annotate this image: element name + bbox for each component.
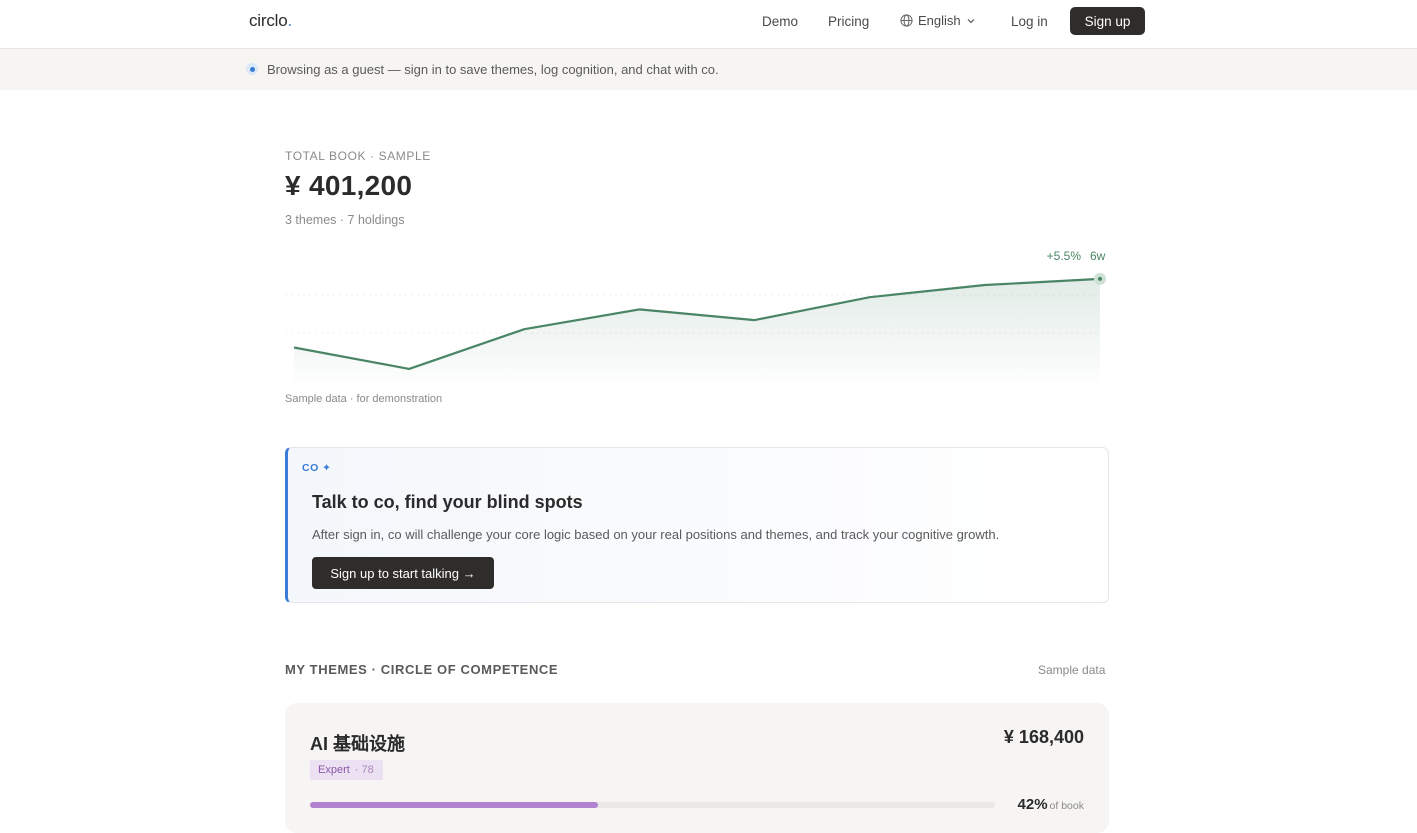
logo[interactable]: circlo. [249, 11, 292, 31]
theme-amount: ¥ 168,400 [1004, 727, 1084, 748]
theme-share-bar [310, 802, 995, 808]
co-promo-card: CO ✦ Talk to co, find your blind spots A… [285, 447, 1109, 603]
chart-footnote: Sample data · for demonstration [285, 393, 442, 405]
theme-share-bar-fill [310, 802, 598, 808]
chart-area-fill [294, 279, 1100, 390]
chart-point [1096, 275, 1104, 283]
total-book-label: TOTAL BOOK · SAMPLE [285, 149, 431, 163]
theme-level-badge: Expert · 78 [310, 760, 383, 780]
guest-banner: Browsing as a guest — sign in to save th… [0, 49, 1417, 90]
themes-heading: MY THEMES · CIRCLE OF COMPETENCE [285, 662, 558, 677]
theme-card[interactable]: AI 基础设施 ¥ 168,400 Expert · 78 42%of book [285, 703, 1109, 833]
logo-dot: . [287, 11, 292, 30]
nav-link-pricing[interactable]: Pricing [828, 14, 869, 29]
top-navbar: circlo. Demo Pricing English Log in Sign… [0, 0, 1417, 49]
language-selector[interactable]: English [900, 13, 976, 28]
info-dot-icon [246, 63, 258, 75]
total-book-subtitle: 3 themes · 7 holdings [285, 213, 405, 227]
start-talking-button[interactable]: Sign up to start talking → [312, 557, 494, 589]
theme-name: AI 基础设施 [310, 730, 405, 756]
globe-icon [900, 14, 913, 27]
theme-share-unit: of book [1050, 800, 1084, 812]
signup-button[interactable]: Sign up [1070, 7, 1145, 35]
guest-banner-text: Browsing as a guest — sign in to save th… [267, 62, 719, 77]
chart-end-label: 6w [1090, 249, 1106, 263]
theme-share-value: 42% [1018, 796, 1048, 813]
theme-share: 42%of book [1018, 796, 1084, 813]
chevron-down-icon [966, 16, 976, 26]
portfolio-chart: +5.5% 6w [285, 240, 1115, 390]
theme-level: Expert [318, 764, 350, 776]
co-card-title: Talk to co, find your blind spots [312, 492, 583, 513]
portfolio-chart-svg: +5.5% 6w [285, 240, 1115, 390]
co-card-description: After sign in, co will challenge your co… [312, 527, 999, 542]
login-link[interactable]: Log in [1011, 14, 1048, 29]
logo-text: circlo [249, 11, 287, 30]
theme-score: · 78 [355, 764, 374, 776]
themes-note: Sample data [1038, 663, 1105, 677]
chart-change-label: +5.5% [1047, 249, 1082, 263]
nav-link-demo[interactable]: Demo [762, 14, 798, 29]
total-book-value: ¥ 401,200 [285, 170, 412, 202]
language-label: English [918, 13, 961, 28]
co-tag: CO ✦ [302, 462, 331, 474]
